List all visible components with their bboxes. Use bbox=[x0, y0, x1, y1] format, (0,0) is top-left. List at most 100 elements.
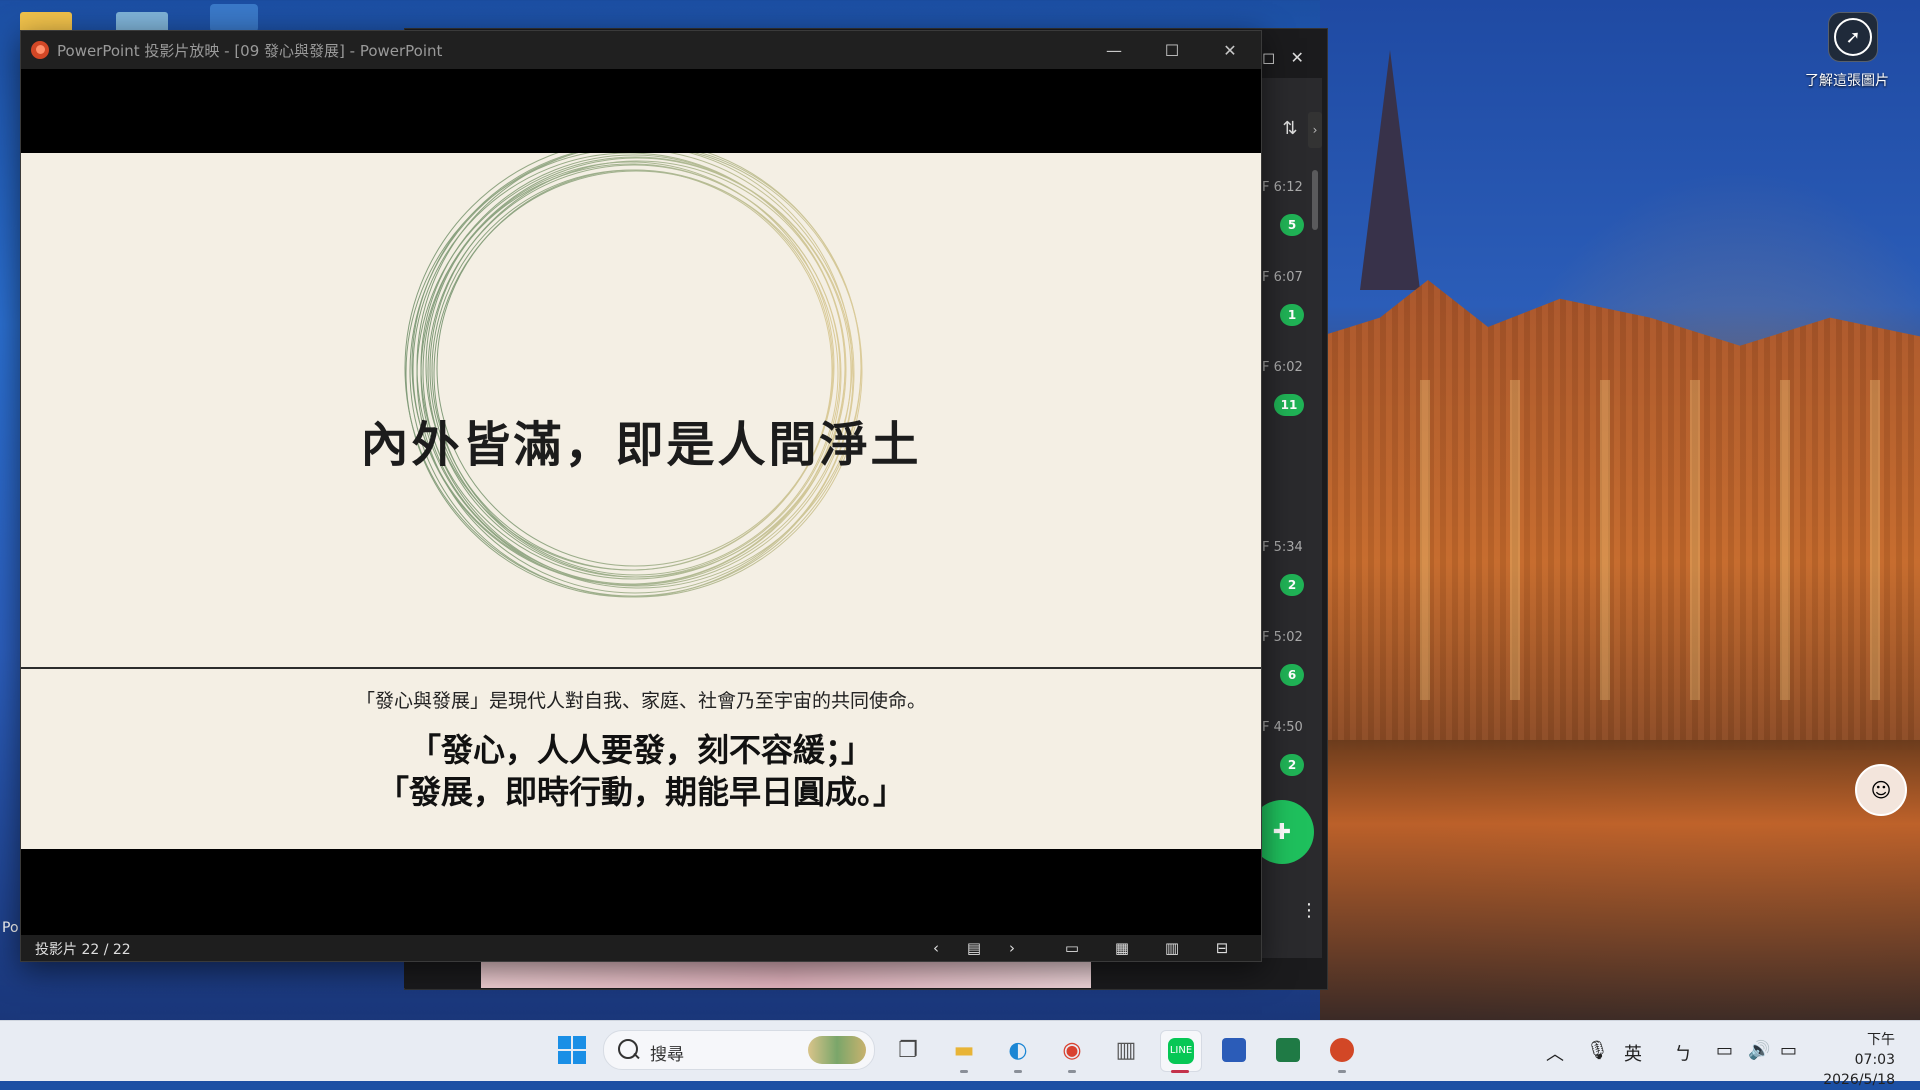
volume-icon[interactable]: 🔊 bbox=[1748, 1040, 1770, 1061]
chat-timestamp: F 6:07 bbox=[1262, 270, 1303, 285]
assistant-avatar-icon[interactable]: ☺ bbox=[1855, 764, 1907, 816]
chevron-left-icon: ‹ bbox=[933, 939, 939, 957]
word-button[interactable] bbox=[1214, 1030, 1254, 1070]
ime-language[interactable]: 英 bbox=[1624, 1040, 1642, 1066]
microphone-icon[interactable]: 🎙 bbox=[1586, 1040, 1609, 1061]
taskbar-clock[interactable]: 下午 07:03 2026/5/18 bbox=[1823, 1030, 1895, 1090]
search-placeholder: 搜尋 bbox=[650, 1045, 684, 1065]
desktop-wallpaper bbox=[1320, 0, 1920, 1020]
ime-mode[interactable]: ㄅ bbox=[1674, 1040, 1692, 1066]
scrollbar[interactable] bbox=[1312, 170, 1318, 230]
powerpoint-icon bbox=[1330, 1038, 1354, 1062]
book-icon: ▥ bbox=[1115, 1037, 1137, 1063]
chrome-button[interactable]: ◉ bbox=[1052, 1030, 1092, 1070]
slideshow-button[interactable]: ⊟ bbox=[1207, 937, 1237, 959]
close-icon[interactable]: ✕ bbox=[1291, 48, 1304, 67]
show-hidden-icons-button[interactable]: ︿ bbox=[1546, 1040, 1564, 1066]
window-titlebar[interactable]: PowerPoint 投影片放映 - [09 發心與發展] - PowerPoi… bbox=[21, 31, 1261, 69]
windows-logo-icon bbox=[558, 1036, 586, 1064]
slide-counter: 投影片 22 / 22 bbox=[35, 942, 131, 958]
close-icon: ✕ bbox=[1223, 40, 1237, 60]
active-indicator bbox=[1171, 1070, 1189, 1073]
slide-quote-line-1: 「發心，人人要發，刻不容緩；」 bbox=[408, 731, 873, 769]
reading-view-button[interactable]: ▥ bbox=[1157, 937, 1187, 959]
slide-divider bbox=[21, 667, 1261, 669]
more-options-icon[interactable]: ⋮ bbox=[1300, 900, 1318, 921]
chat-timestamp: F 4:50 bbox=[1262, 720, 1303, 735]
compass-icon: ➚ bbox=[1834, 18, 1872, 56]
search-highlight-image bbox=[808, 1036, 866, 1064]
maximize-icon[interactable]: ◻ bbox=[1262, 48, 1275, 67]
task-view-button[interactable]: ❐ bbox=[888, 1030, 928, 1070]
desktop-icon-label: Po bbox=[2, 920, 19, 936]
chevron-right-icon[interactable]: › bbox=[1308, 112, 1322, 148]
excel-icon bbox=[1276, 1038, 1300, 1062]
wallpaper-lit-windows bbox=[1380, 380, 1900, 700]
slide-menu-button[interactable]: ▤ bbox=[959, 937, 989, 959]
book-icon: ▥ bbox=[1164, 939, 1180, 957]
current-slide[interactable]: 內外皆滿，即是人間淨土 「發心與發展」是現代人對自我、家庭、社會乃至宇宙的共同使… bbox=[21, 153, 1261, 849]
slide-subtitle: 「發心與發展」是現代人對自我、家庭、社會乃至宇宙的共同使命。 bbox=[355, 690, 926, 712]
line-app-button[interactable]: LINE bbox=[1160, 1030, 1202, 1072]
powerpoint-logo-icon bbox=[31, 41, 49, 59]
desktop-app-icon[interactable] bbox=[210, 4, 258, 32]
running-indicator bbox=[1338, 1070, 1346, 1073]
unread-badge: 6 bbox=[1280, 664, 1304, 686]
file-explorer-button[interactable]: ▬ bbox=[944, 1030, 984, 1070]
line-window-controls[interactable]: ◻ ✕ bbox=[1262, 48, 1304, 67]
image-info-button[interactable]: ➚ bbox=[1828, 12, 1878, 62]
running-indicator bbox=[1068, 1070, 1076, 1073]
line-banner-image[interactable] bbox=[481, 958, 1091, 988]
excel-button[interactable] bbox=[1268, 1030, 1308, 1070]
battery-icon[interactable]: ▭ bbox=[1780, 1040, 1797, 1061]
wallpaper-tower bbox=[1360, 50, 1420, 290]
unread-badge: 1 bbox=[1280, 304, 1304, 326]
slide-quote-line-2: 「發展，即時行動，期能早日圓成。」 bbox=[376, 773, 905, 811]
chat-timestamp: F 5:02 bbox=[1262, 630, 1303, 645]
slideshow-statusbar: 投影片 22 / 22 ‹ ▤ › ▭ ▦ ▥ ⊟ bbox=[21, 935, 1261, 961]
word-icon bbox=[1222, 1038, 1246, 1062]
window-title: PowerPoint 投影片放映 - [09 發心與發展] - PowerPoi… bbox=[57, 41, 443, 60]
chevron-right-icon: › bbox=[1009, 939, 1015, 957]
clock-time: 下午 07:03 bbox=[1854, 1032, 1895, 1068]
powerpoint-slideshow-window: PowerPoint 投影片放映 - [09 發心與發展] - PowerPoi… bbox=[20, 30, 1262, 962]
grid-icon: ▦ bbox=[1114, 939, 1130, 957]
normal-view-icon: ▭ bbox=[1064, 939, 1080, 957]
network-icon[interactable]: ▭ bbox=[1716, 1040, 1733, 1061]
close-button[interactable]: ✕ bbox=[1201, 31, 1259, 69]
presentation-icon: ⊟ bbox=[1215, 939, 1229, 957]
sort-icon[interactable]: ⇅ bbox=[1278, 118, 1302, 142]
slide-stage[interactable]: 內外皆滿，即是人間淨土 「發心與發展」是現代人對自我、家庭、社會乃至宇宙的共同使… bbox=[21, 69, 1261, 935]
image-info-label: 了解這張圖片 bbox=[1805, 73, 1889, 89]
unread-badge: 5 bbox=[1280, 214, 1304, 236]
chrome-icon: ◉ bbox=[1062, 1037, 1082, 1063]
maximize-icon: ☐ bbox=[1164, 40, 1180, 60]
edge-button[interactable]: ◐ bbox=[998, 1030, 1038, 1070]
minimize-icon: — bbox=[1106, 40, 1122, 60]
start-button[interactable] bbox=[552, 1030, 592, 1070]
unread-badge: 2 bbox=[1280, 574, 1304, 596]
unread-badge: 2 bbox=[1280, 754, 1304, 776]
previous-slide-button[interactable]: ‹ bbox=[921, 937, 951, 959]
line-icon: LINE bbox=[1168, 1038, 1194, 1064]
minimize-button[interactable]: — bbox=[1085, 31, 1143, 69]
chat-timestamp: F 5:34 bbox=[1262, 540, 1303, 555]
normal-view-button[interactable]: ▭ bbox=[1057, 937, 1087, 959]
edge-icon: ◐ bbox=[1008, 1037, 1028, 1063]
clock-date: 2026/5/18 bbox=[1823, 1072, 1895, 1088]
search-icon bbox=[618, 1039, 638, 1059]
slide-sorter-button[interactable]: ▦ bbox=[1107, 937, 1137, 959]
maximize-button[interactable]: ☐ bbox=[1143, 31, 1201, 69]
next-slide-button[interactable]: › bbox=[997, 937, 1027, 959]
powerpoint-button[interactable] bbox=[1322, 1030, 1362, 1070]
folder-icon: ▬ bbox=[953, 1037, 975, 1063]
taskbar-search[interactable]: 搜尋 bbox=[603, 1030, 875, 1070]
reader-app-button[interactable]: ▥ bbox=[1106, 1030, 1146, 1070]
notes-icon: ▤ bbox=[966, 939, 982, 957]
wallpaper-canal bbox=[1320, 740, 1920, 1020]
chat-add-icon: ✚ bbox=[1272, 819, 1292, 845]
unread-badge: 11 bbox=[1274, 394, 1304, 416]
chat-timestamp: F 6:02 bbox=[1262, 360, 1303, 375]
running-indicator bbox=[960, 1070, 968, 1073]
chevron-up-icon: ︿ bbox=[1546, 1044, 1564, 1065]
